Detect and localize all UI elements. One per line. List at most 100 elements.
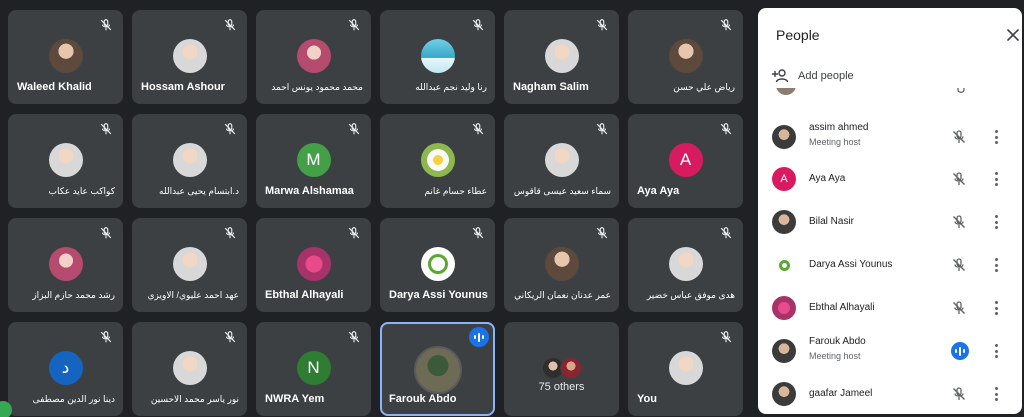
participant-row[interactable]: A Aya Aya — [758, 158, 1022, 200]
participant-tile[interactable]: د دينا نور الدين مصطفى — [8, 322, 123, 416]
participant-tile[interactable]: كواكب عايد عكاب — [8, 114, 123, 208]
avatar — [772, 125, 796, 149]
mic-off-icon — [595, 226, 609, 240]
avatar — [420, 39, 455, 73]
audio-level-icon — [469, 327, 489, 347]
avatar — [48, 39, 83, 73]
participant-name: هدى موفق عباس خضير — [646, 290, 735, 300]
participant-tile[interactable]: Darya Assi Younus — [380, 218, 495, 312]
participant-tile[interactable]: عطاء حسام غانم — [380, 114, 495, 208]
audio-level-icon — [951, 342, 969, 360]
participant-name: Waleed Khalid — [17, 81, 92, 93]
partial-avatar — [776, 88, 796, 95]
mic-off-icon — [223, 226, 237, 240]
avatar — [772, 339, 796, 363]
participant-name: Marwa Alshamaa — [265, 185, 354, 197]
mic-off-icon[interactable] — [951, 257, 967, 273]
avatar — [48, 247, 83, 281]
participant-tile[interactable]: Hossam Ashour — [132, 10, 247, 104]
mic-off-icon — [595, 122, 609, 136]
participant-tile[interactable]: عهد احمد عليوي/ الاويزي — [132, 218, 247, 312]
mic-off-icon[interactable] — [951, 300, 967, 316]
participant-name: نور ياسر محمد الاحسين — [150, 394, 239, 404]
avatar — [172, 39, 207, 73]
participant-name: Ebthal Alhayali — [265, 289, 344, 301]
participant-row[interactable]: Farouk Abdo Meeting host — [758, 330, 1022, 372]
participant-tile[interactable]: M Marwa Alshamaa — [256, 114, 371, 208]
participant-name: سماء سعيد عيسى قاقوس — [513, 186, 611, 196]
participant-tile[interactable]: 75 others — [504, 322, 619, 416]
mic-off-icon — [471, 18, 485, 32]
avatar — [544, 247, 579, 281]
participant-role: Meeting host — [809, 137, 861, 147]
others-avatars — [541, 357, 582, 379]
participant-tile[interactable]: د.ابتسام يحيى عبدالله — [132, 114, 247, 208]
avatar — [172, 247, 207, 281]
mic-off-icon[interactable] — [951, 214, 967, 230]
participant-row[interactable]: gaafar Jameel — [758, 373, 1022, 414]
participant-tile[interactable]: رنا وليد نجم عبدالله — [380, 10, 495, 104]
mic-off-icon — [99, 18, 113, 32]
panel-title: People — [776, 27, 820, 43]
mic-off-icon[interactable] — [951, 171, 967, 187]
avatar — [772, 210, 796, 234]
more-vert-icon[interactable] — [993, 258, 999, 272]
close-icon[interactable] — [1006, 28, 1020, 42]
mic-off-icon — [99, 226, 113, 240]
participant-tile[interactable]: سماء سعيد عيسى قاقوس — [504, 114, 619, 208]
participant-name: محمد محمود يونس احمد — [271, 82, 363, 92]
mic-off-icon — [223, 330, 237, 344]
more-vert-icon[interactable] — [993, 301, 999, 315]
others-count: 75 others — [538, 381, 585, 393]
participant-name: د.ابتسام يحيى عبدالله — [159, 186, 239, 196]
participant-tile[interactable]: Farouk Abdo — [380, 322, 495, 416]
avatar — [668, 351, 703, 385]
avatar — [296, 247, 331, 281]
participant-row[interactable]: Darya Assi Younus — [758, 244, 1022, 286]
avatar — [772, 382, 796, 406]
participant-row[interactable]: Ebthal Alhayali — [758, 287, 1022, 329]
participant-tile[interactable]: A Aya Aya — [628, 114, 743, 208]
avatar — [668, 39, 703, 73]
participant-tile[interactable]: You — [628, 322, 743, 416]
participant-row[interactable]: Bilal Nasir — [758, 201, 1022, 243]
mic-off-icon — [99, 122, 113, 136]
more-vert-icon[interactable] — [993, 130, 999, 144]
more-vert-icon[interactable] — [993, 215, 999, 229]
mic-off-icon[interactable] — [951, 129, 967, 145]
participant-tile[interactable]: محمد محمود يونس احمد — [256, 10, 371, 104]
avatar-initial: A — [668, 143, 703, 177]
avatar — [559, 357, 582, 379]
mic-off-icon — [347, 330, 361, 344]
participant-tile[interactable]: نور ياسر محمد الاحسين — [132, 322, 247, 416]
participant-role: Meeting host — [809, 351, 861, 361]
participant-tile[interactable]: عمر عدنان نعمان الريكاني — [504, 218, 619, 312]
add-people-label: Add people — [798, 70, 854, 82]
participant-tile[interactable]: رشد محمد حازم البزاز — [8, 218, 123, 312]
avatar — [172, 143, 207, 177]
people-panel: People Add people assim ahmed Meeting hos… — [758, 8, 1022, 414]
mic-off-icon — [223, 122, 237, 136]
participant-tile[interactable]: Nagham Salim — [504, 10, 619, 104]
avatar — [296, 39, 331, 73]
more-vert-icon[interactable] — [993, 344, 999, 358]
avatar — [544, 39, 579, 73]
participant-tile[interactable]: هدى موفق عباس خضير — [628, 218, 743, 312]
participant-name: دينا نور الدين مصطفى — [32, 394, 115, 404]
participant-tile[interactable]: N NWRA Yem — [256, 322, 371, 416]
add-person-icon — [772, 69, 789, 83]
participant-name: عهد احمد عليوي/ الاويزي — [147, 290, 240, 300]
add-people-button[interactable]: Add people — [772, 65, 854, 87]
mic-off-icon[interactable] — [951, 386, 967, 402]
mic-off-icon — [719, 226, 733, 240]
mic-off-icon — [347, 122, 361, 136]
more-vert-icon[interactable] — [993, 172, 999, 186]
participant-row[interactable]: assim ahmed Meeting host — [758, 116, 1022, 158]
participant-tile[interactable]: Waleed Khalid — [8, 10, 123, 104]
participant-name: NWRA Yem — [265, 393, 325, 405]
participant-tile[interactable]: رياض علي حسن — [628, 10, 743, 104]
more-vert-icon[interactable] — [993, 387, 999, 401]
participant-name: Darya Assi Younus — [809, 259, 893, 270]
participant-tile[interactable]: Ebthal Alhayali — [256, 218, 371, 312]
mic-off-icon — [347, 226, 361, 240]
